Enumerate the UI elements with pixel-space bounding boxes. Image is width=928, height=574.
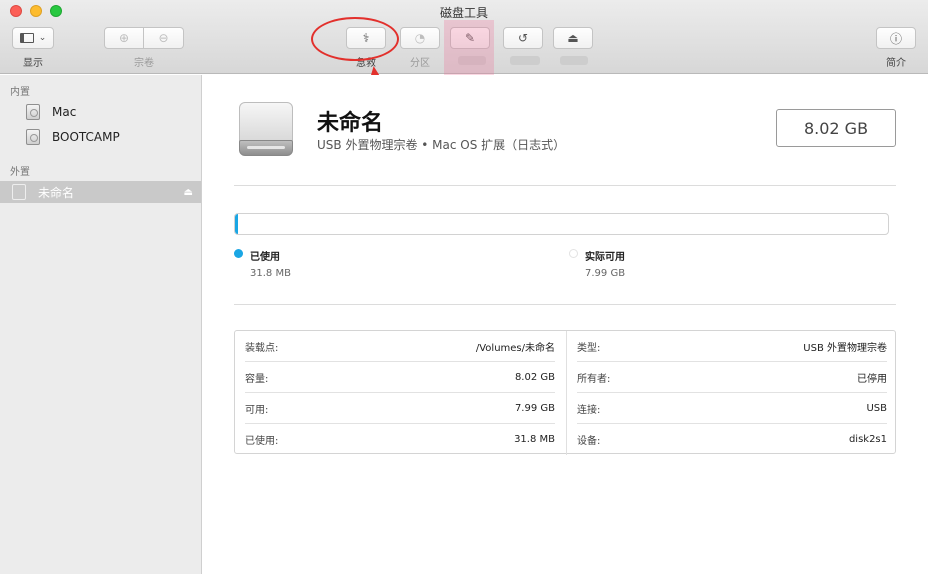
free-value: 7.99 GB	[585, 268, 626, 279]
volume-size: 8.02 GB	[776, 109, 896, 147]
sidebar-item-label: BOOTCAMP	[52, 130, 120, 144]
info-button[interactable]: ⓘ	[876, 27, 916, 49]
available-value: 7.99 GB	[514, 403, 555, 414]
owners-value: 已停用	[857, 374, 887, 385]
annotation-highlight	[444, 20, 494, 76]
chevron-down-icon: ⌄	[38, 33, 47, 43]
info-label: 简介	[886, 58, 906, 69]
volume-segment: ⊕ ⊖	[104, 27, 184, 49]
eject-icon[interactable]: ⏏	[184, 187, 193, 198]
volume-name: 未命名	[317, 111, 384, 136]
add-volume-icon: ⊕	[118, 31, 130, 45]
restore-icon: ↺	[517, 31, 529, 45]
used-value-cell: 31.8 MB	[514, 434, 555, 445]
device-value: disk2s1	[848, 434, 887, 445]
sidebar-item-label: 未命名	[38, 185, 75, 200]
capacity-key: 容量:	[245, 374, 269, 385]
mount-point-key: 装载点:	[245, 343, 279, 354]
owners-key: 所有者:	[577, 374, 611, 385]
hard-disk-icon	[26, 104, 40, 120]
sidebar-item-mac[interactable]: Mac	[0, 101, 201, 123]
connection-key: 连接:	[577, 405, 601, 416]
usage-bar	[234, 213, 889, 235]
unmount-icon: ⏏	[567, 31, 579, 45]
unmount-button[interactable]: ⏏	[553, 27, 593, 49]
sidebar-item-untitled[interactable]: 未命名 ⏏	[0, 181, 201, 203]
window-title: 磁盘工具	[439, 6, 488, 20]
free-legend-dot	[569, 249, 578, 258]
info-column-right: 类型: USB 外置物理宗卷 所有者: 已停用 连接: USB 设备: disk…	[566, 331, 897, 455]
view-button[interactable]: ⌄	[12, 27, 54, 49]
used-legend-dot	[234, 249, 243, 258]
table-row: 连接: USB	[577, 393, 887, 424]
sidebar-item-label: Mac	[52, 105, 77, 119]
type-value: USB 外置物理宗卷	[803, 343, 887, 354]
mount-point-value: /Volumes/未命名	[475, 343, 555, 354]
add-volume-button[interactable]: ⊕	[104, 27, 144, 49]
capacity-value: 8.02 GB	[514, 372, 555, 383]
device-key: 设备:	[577, 436, 601, 447]
external-disk-icon	[12, 184, 26, 200]
partition-label: 分区	[410, 58, 430, 69]
restore-label-blurred	[510, 56, 540, 65]
info-column-left: 装载点: /Volumes/未命名 容量: 8.02 GB 可用: 7.99 G…	[235, 331, 566, 455]
partition-button[interactable]: ◔	[400, 27, 440, 49]
volume-detail-pane: 未命名 USB 外置物理宗卷 • Mac OS 扩展（日志式） 8.02 GB …	[203, 75, 928, 574]
divider	[234, 304, 896, 305]
partition-icon: ◔	[414, 31, 426, 45]
used-value: 31.8 MB	[250, 268, 291, 279]
sidebar-item-bootcamp[interactable]: BOOTCAMP	[0, 126, 201, 148]
table-row: 可用: 7.99 GB	[245, 393, 555, 424]
annotation-circle	[311, 17, 399, 61]
table-row: 装载点: /Volumes/未命名	[245, 331, 555, 362]
hard-disk-icon	[26, 129, 40, 145]
restore-button[interactable]: ↺	[503, 27, 543, 49]
sidebar-section-external: 外置	[10, 167, 30, 178]
unmount-label-blurred	[560, 56, 588, 65]
used-legend-label: 已使用	[250, 252, 280, 263]
free-legend-label: 实际可用	[585, 252, 625, 263]
usage-bar-used	[235, 214, 238, 234]
used-key: 已使用:	[245, 436, 279, 447]
table-row: 所有者: 已停用	[577, 362, 887, 393]
available-key: 可用:	[245, 405, 269, 416]
sidebar: 内置 Mac BOOTCAMP 外置 未命名 ⏏	[0, 75, 202, 574]
info-icon: ⓘ	[889, 31, 902, 46]
volume-info-table: 装载点: /Volumes/未命名 容量: 8.02 GB 可用: 7.99 G…	[234, 330, 897, 455]
table-row: 已使用: 31.8 MB	[245, 424, 555, 455]
remove-volume-button[interactable]: ⊖	[144, 27, 184, 49]
type-key: 类型:	[577, 343, 601, 354]
sidebar-section-internal: 内置	[10, 87, 30, 98]
remove-volume-icon: ⊖	[158, 31, 169, 45]
connection-value: USB	[866, 403, 887, 414]
sidebar-icon	[19, 33, 34, 43]
table-row: 容量: 8.02 GB	[245, 362, 555, 393]
volume-label: 宗卷	[134, 58, 154, 69]
volume-icon	[239, 102, 293, 158]
table-row: 类型: USB 外置物理宗卷	[577, 331, 887, 362]
view-label: 显示	[23, 58, 43, 69]
table-row: 设备: disk2s1	[577, 424, 887, 455]
divider	[234, 185, 896, 186]
toolbar: 磁盘工具 ⌄ 显示 ⊕ ⊖ 宗卷 ⚕ 急救 ◔ 分区 ✎ ↺ ⏏ ⓘ 简介	[0, 0, 928, 76]
volume-description: USB 外置物理宗卷 • Mac OS 扩展（日志式）	[317, 138, 566, 152]
